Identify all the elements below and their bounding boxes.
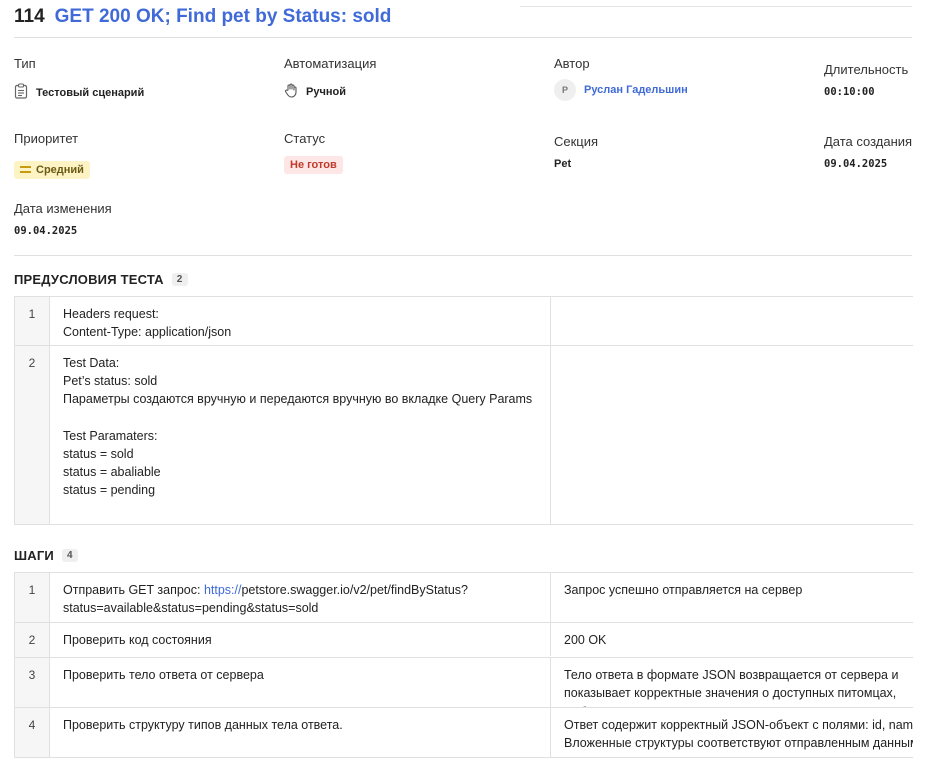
precondition-text: Test Data: Pet’s status: sold Параметры … [50, 346, 551, 524]
field-section: Секция Pet [554, 134, 598, 170]
field-priority: Приоритет Средний [14, 131, 90, 179]
step-text: Отправить GET запрос: https://petstore.s… [50, 573, 551, 622]
field-duration-value: 00:10:00 [824, 86, 875, 98]
page-title: 114 GET 200 OK; Find pet by Status: sold [14, 6, 391, 28]
test-case-id: 114 [14, 6, 45, 27]
field-author-label: Автор [554, 56, 590, 71]
table-row: 2 Test Data: Pet’s status: sold Параметр… [15, 346, 913, 525]
title-divider [14, 37, 912, 38]
table-row: 3 Проверить тело ответа от сервера Тело … [15, 658, 913, 709]
row-number: 3 [15, 658, 50, 708]
preconditions-table: 1 Headers request: Content-Type: applica… [14, 296, 913, 525]
preconditions-header: ПРЕДУСЛОВИЯ ТЕСТА 2 [14, 272, 188, 287]
row-number: 4 [15, 708, 50, 758]
hand-icon [284, 83, 298, 101]
url-link[interactable]: https:// [204, 583, 242, 597]
table-row: 2 Проверить код состояния 200 OK [15, 623, 913, 659]
priority-value: Средний [36, 163, 84, 176]
test-case-title: GET 200 OK; Find pet by Status: sold [54, 6, 392, 27]
step-result-line: Ответ содержит корректный JSON-объект с … [564, 718, 913, 733]
field-author: Автор Р Руслан Гадельшин [554, 56, 688, 101]
status-badge: Не готов [284, 156, 343, 174]
fields-divider [14, 255, 912, 256]
clipboard-icon [14, 83, 28, 102]
row-number: 2 [15, 346, 50, 524]
field-automation-value: Ручной [306, 86, 346, 98]
avatar: Р [554, 79, 576, 101]
precondition-result [551, 346, 913, 524]
step-result: Тело ответа в формате JSON возвращается … [564, 668, 899, 707]
field-section-label: Секция [554, 134, 599, 149]
step-text: Проверить тело ответа от сервера [50, 658, 551, 708]
table-row: 4 Проверить структуру типов данных тела … [15, 708, 913, 759]
field-status: Статус Не готов [284, 131, 343, 174]
row-number: 1 [15, 297, 50, 345]
field-modified: Дата изменения 09.04.2025 [14, 201, 112, 237]
field-duration: Длительность 00:10:00 [824, 62, 908, 98]
top-divider [520, 0, 912, 7]
field-type-value: Тестовый сценарий [36, 86, 145, 99]
steps-count: 4 [61, 549, 78, 562]
field-type: Тип Тестовый сценарий [14, 56, 144, 102]
precondition-result [551, 297, 913, 345]
field-priority-label: Приоритет [14, 131, 79, 146]
step-result: 200 OK [564, 633, 607, 647]
precondition-text: Headers request: Content-Type: applicati… [50, 297, 551, 345]
steps-table: 1 Отправить GET запрос: https://petstore… [14, 572, 913, 759]
steps-header: ШАГИ 4 [14, 548, 78, 563]
table-row: 1 Headers request: Content-Type: applica… [15, 297, 913, 346]
field-automation: Автоматизация Ручной [284, 56, 376, 101]
step-text: Проверить структуру типов данных тела от… [50, 708, 551, 758]
preconditions-count: 2 [171, 273, 188, 286]
table-row: 1 Отправить GET запрос: https://petstore… [15, 573, 913, 623]
field-status-label: Статус [284, 131, 326, 146]
preconditions-title: ПРЕДУСЛОВИЯ ТЕСТА [14, 272, 164, 287]
row-number: 2 [15, 623, 50, 658]
equals-icon [20, 166, 31, 173]
field-created-value: 09.04.2025 [824, 158, 888, 170]
field-section-value: Pet [554, 158, 572, 170]
field-created: Дата создания 09.04.2025 [824, 134, 912, 170]
field-modified-value: 09.04.2025 [14, 225, 78, 237]
row-number: 1 [15, 573, 50, 622]
step-result: Запрос успешно отправляется на сервер [564, 583, 803, 597]
field-created-label: Дата создания [824, 134, 913, 149]
step-text-prefix: Отправить GET запрос: [63, 583, 204, 597]
field-duration-label: Длительность [824, 62, 909, 77]
author-link[interactable]: Руслан Гадельшин [584, 84, 688, 96]
step-text: Проверить код состояния [50, 623, 551, 656]
step-result: Ответ содержит корректный JSON-объект с … [551, 708, 913, 757]
field-modified-label: Дата изменения [14, 201, 112, 216]
priority-badge: Средний [14, 160, 90, 179]
field-automation-label: Автоматизация [284, 56, 377, 71]
step-result-line: Вложенные структуры соответствуют отправ… [564, 736, 913, 751]
field-type-label: Тип [14, 56, 36, 71]
steps-title: ШАГИ [14, 548, 54, 563]
